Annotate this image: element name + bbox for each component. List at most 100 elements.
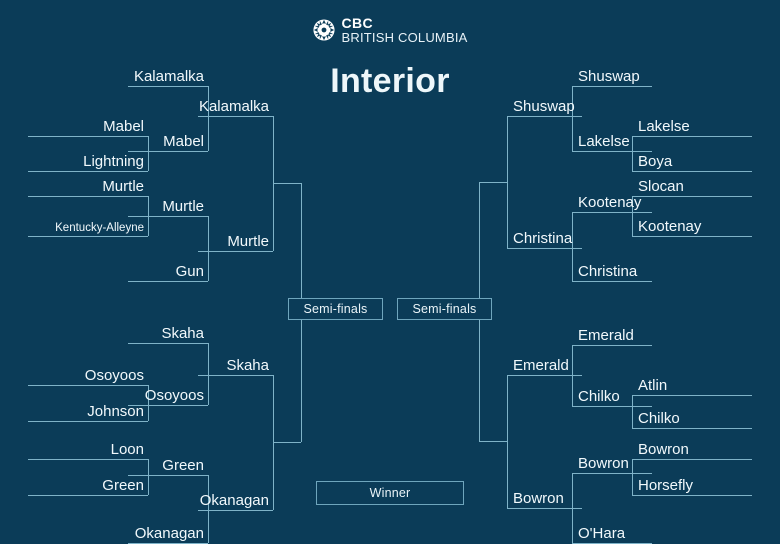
seed-label: Emerald xyxy=(578,327,634,344)
page-header: CBC BRITISH COLUMBIA xyxy=(0,16,780,44)
connector xyxy=(507,375,508,508)
page-title: Interior xyxy=(330,62,450,100)
seed-christina-r3[interactable]: Christina xyxy=(507,231,582,249)
seed-label: Bowron xyxy=(578,455,629,472)
connector xyxy=(632,395,633,428)
seed-label: Green xyxy=(102,477,144,494)
seed-label: Chilko xyxy=(638,410,680,427)
seed-gun-r2[interactable]: Gun xyxy=(128,264,208,282)
seed-lakelse-r2[interactable]: Lakelse xyxy=(572,134,652,152)
seed-emerald-r2[interactable]: Emerald xyxy=(572,328,652,346)
cbc-brand-name: CBC xyxy=(341,15,374,31)
seed-green-r2[interactable]: Green xyxy=(128,458,208,476)
connector xyxy=(479,441,507,442)
seed-label: Green xyxy=(162,457,204,474)
seed-mabel-r2[interactable]: Mabel xyxy=(128,134,208,152)
seed-label: Boya xyxy=(638,153,673,170)
seed-label: Murtle xyxy=(162,198,204,215)
tournament-bracket: CBC BRITISH COLUMBIA Interior Mabel Ligh… xyxy=(0,0,780,544)
cbc-gem-icon xyxy=(312,19,335,41)
seed-label: Skaha xyxy=(161,325,204,342)
seed-emerald-r3[interactable]: Emerald xyxy=(507,358,582,376)
seed-bowron-r1[interactable]: Bowron xyxy=(632,442,752,460)
semifinal-right-box[interactable]: Semi-finals xyxy=(397,298,492,320)
connector xyxy=(572,86,573,151)
seed-mabel[interactable]: Mabel xyxy=(28,119,148,137)
seed-kentucky-alleyne[interactable]: Kentucky-Alleyne xyxy=(28,222,148,237)
seed-label: Mabel xyxy=(103,118,144,135)
seed-loon[interactable]: Loon xyxy=(28,442,148,460)
seed-osoyoos-r1[interactable]: Osoyoos xyxy=(28,368,148,386)
connector xyxy=(632,136,633,171)
seed-lakelse-r1[interactable]: Lakelse xyxy=(632,119,752,137)
connector xyxy=(148,459,149,495)
connector xyxy=(148,136,149,171)
seed-shuswap-r2[interactable]: Shuswap xyxy=(572,69,652,87)
seed-label: Lakelse xyxy=(578,133,630,150)
connector xyxy=(208,343,209,405)
seed-green-r1[interactable]: Green xyxy=(28,478,148,496)
seed-chilko-r2[interactable]: Chilko xyxy=(572,389,652,407)
seed-bowron-r2[interactable]: Bowron xyxy=(572,456,652,474)
connector xyxy=(572,212,573,281)
seed-shuswap-r3[interactable]: Shuswap xyxy=(507,99,582,117)
seed-lightning[interactable]: Lightning xyxy=(28,154,148,172)
seed-label: Horsefly xyxy=(638,477,694,494)
seed-kalamalka-r3[interactable]: Kalamalka xyxy=(198,99,273,117)
seed-label: Emerald xyxy=(513,357,569,374)
seed-atlin[interactable]: Atlin xyxy=(632,378,752,396)
seed-label: Loon xyxy=(110,441,144,458)
seed-label: Murtle xyxy=(227,233,269,250)
seed-murtle-r1[interactable]: Murtle xyxy=(28,179,148,197)
connector xyxy=(273,183,301,184)
seed-okanagan-r3[interactable]: Okanagan xyxy=(198,493,273,511)
connector xyxy=(208,86,209,151)
seed-label: Christina xyxy=(578,263,638,280)
seed-label: Osoyoos xyxy=(84,367,144,384)
seed-label: Chilko xyxy=(578,388,620,405)
connector xyxy=(479,182,480,299)
seed-label: Bowron xyxy=(638,441,689,458)
seed-christina-r2[interactable]: Christina xyxy=(572,264,652,282)
seed-kootenay-r2[interactable]: Kootenay xyxy=(572,195,652,213)
seed-label: Okanagan xyxy=(199,492,269,509)
seed-johnson[interactable]: Johnson xyxy=(28,404,148,422)
winner-box[interactable]: Winner xyxy=(316,481,464,505)
seed-horsefly[interactable]: Horsefly xyxy=(632,478,752,496)
seed-label: Shuswap xyxy=(513,98,575,115)
connector xyxy=(301,183,302,299)
seed-murtle-r2[interactable]: Murtle xyxy=(128,199,208,217)
seed-bowron-r3[interactable]: Bowron xyxy=(507,491,582,509)
seed-label: Johnson xyxy=(87,403,144,420)
connector xyxy=(273,442,301,443)
seed-boya[interactable]: Boya xyxy=(632,154,752,172)
seed-label: Mabel xyxy=(163,133,204,150)
connector xyxy=(479,320,480,441)
seed-label: O'Hara xyxy=(578,525,626,542)
seed-slocan[interactable]: Slocan xyxy=(632,179,752,197)
seed-kootenay-r1[interactable]: Kootenay xyxy=(632,219,752,237)
seed-chilko-r1[interactable]: Chilko xyxy=(632,411,752,429)
seed-label: Shuswap xyxy=(578,68,640,85)
connector xyxy=(208,216,209,281)
cbc-wordmark: CBC BRITISH COLUMBIA xyxy=(342,16,468,44)
seed-label: Murtle xyxy=(102,178,144,195)
seed-kalamalka-r2[interactable]: Kalamalka xyxy=(128,69,208,87)
connector xyxy=(208,475,209,543)
cbc-region-name: BRITISH COLUMBIA xyxy=(341,30,468,45)
semifinal-left-box[interactable]: Semi-finals xyxy=(288,298,383,320)
seed-label: Kentucky-Alleyne xyxy=(55,221,144,234)
seed-skaha-r3[interactable]: Skaha xyxy=(198,358,273,376)
seed-osoyoos-r2[interactable]: Osoyoos xyxy=(128,388,208,406)
seed-label: Osoyoos xyxy=(144,387,204,404)
connector xyxy=(507,116,508,248)
seed-label: Gun xyxy=(175,263,204,280)
seed-label: Bowron xyxy=(513,490,564,507)
seed-label: Kalamalka xyxy=(198,98,269,115)
seed-skaha-r2[interactable]: Skaha xyxy=(128,326,208,344)
seed-label: Kalamalka xyxy=(133,68,204,85)
cbc-logo[interactable]: CBC BRITISH COLUMBIA xyxy=(312,16,468,44)
seed-murtle-r3[interactable]: Murtle xyxy=(198,234,273,252)
seed-label: Lakelse xyxy=(638,118,690,135)
seed-label: Okanagan xyxy=(134,525,204,542)
